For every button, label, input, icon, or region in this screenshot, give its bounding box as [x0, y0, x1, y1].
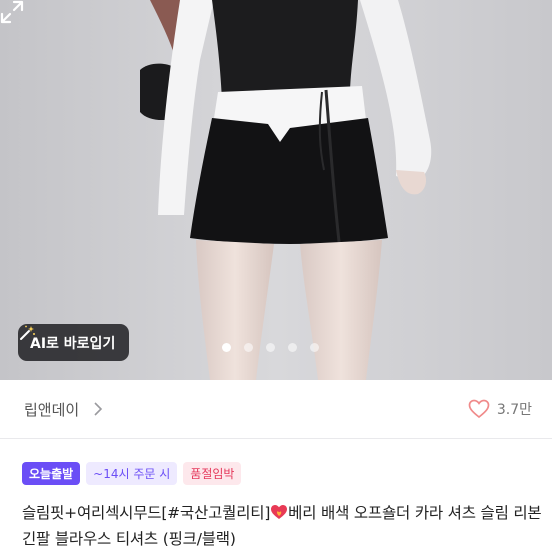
- burning-heart-icon: [271, 505, 288, 519]
- product-title: 슬림핏+여리섹시무드[#국산고퀄리티] 베리 배색 오프숄더 카라 셔츠 슬림 …: [22, 500, 542, 552]
- product-image[interactable]: AI로 바로입기: [0, 0, 552, 380]
- heart-outline-icon: [468, 399, 490, 419]
- today-ship-badge: 오늘출발: [22, 462, 81, 485]
- seller-row: 립앤데이 3.7만: [0, 380, 552, 438]
- chevron-right-icon: [94, 402, 103, 416]
- low-stock-badge: 품절임박: [183, 462, 242, 485]
- like-count: 3.7만: [496, 402, 532, 418]
- magic-wand-icon: [20, 325, 35, 340]
- ai-try-on-button[interactable]: AI로 바로입기: [18, 324, 130, 361]
- slide-dot[interactable]: [288, 343, 297, 352]
- badge-row: 오늘출발 ~14시 주문 시 품절임박: [22, 462, 242, 485]
- seller-link[interactable]: 립앤데이: [24, 399, 103, 420]
- order-cutoff-badge: ~14시 주문 시: [86, 462, 178, 485]
- slide-dot[interactable]: [310, 343, 319, 352]
- product-title-part1: 슬림핏+여리섹시무드[#국산고퀄리티]: [22, 504, 271, 522]
- slide-dot[interactable]: [244, 343, 253, 352]
- expand-icon[interactable]: [0, 0, 24, 24]
- product-photo: [0, 0, 552, 380]
- slide-dot-active[interactable]: [222, 343, 231, 352]
- slide-indicator: [222, 343, 319, 352]
- seller-name: 립앤데이: [24, 400, 80, 419]
- like-button[interactable]: 3.7만: [468, 399, 532, 419]
- divider: [0, 438, 552, 439]
- ai-try-on-label: AI로 바로입기: [30, 335, 116, 352]
- slide-dot[interactable]: [266, 343, 275, 352]
